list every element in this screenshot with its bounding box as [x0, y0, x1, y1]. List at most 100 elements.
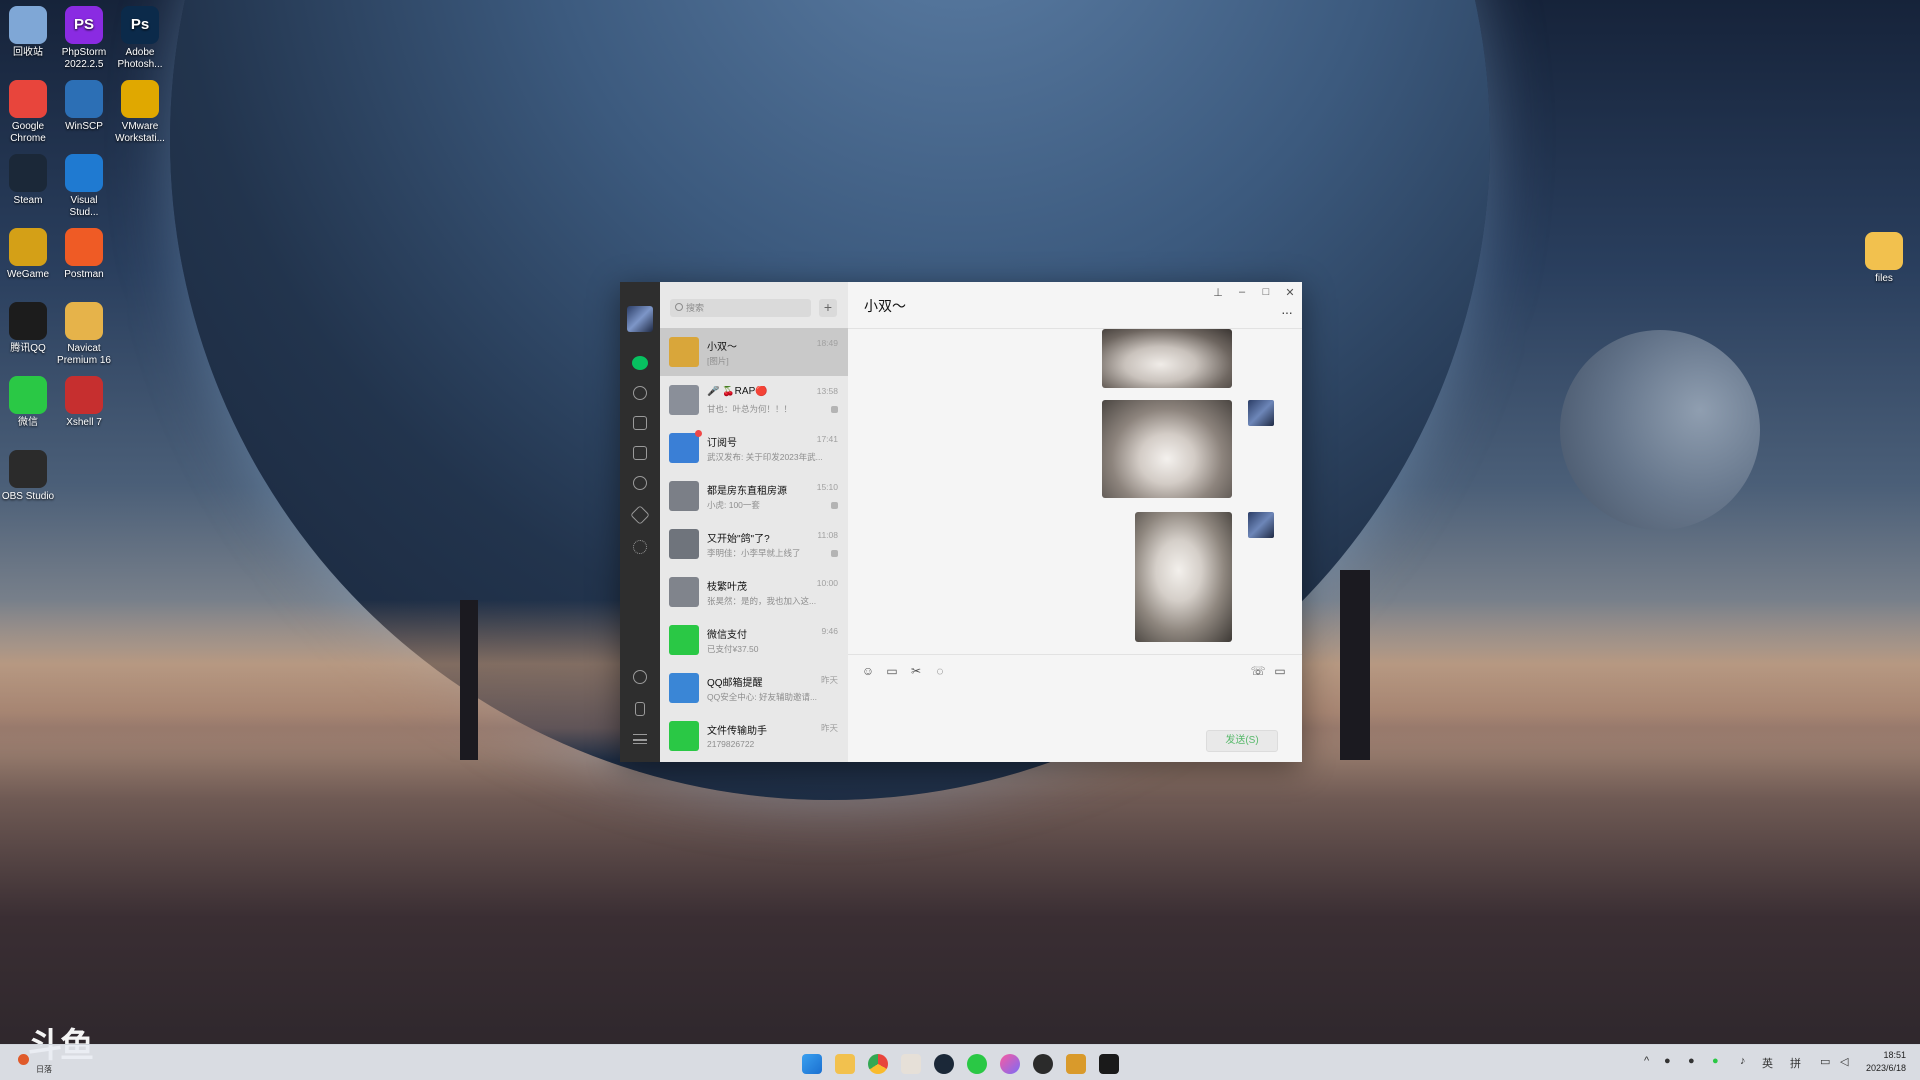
channels-icon[interactable] — [630, 505, 650, 525]
desktop-shortcut-label: Steam — [13, 195, 43, 206]
desktop-shortcut[interactable]: 回收站 — [0, 6, 56, 59]
chat-list-item[interactable]: 小双～ [图片] 18:49 — [660, 328, 848, 376]
chat-name: 小双～ — [707, 342, 737, 353]
chat-time: 18:49 — [816, 338, 838, 348]
desktop-shortcut[interactable]: Ps Adobe Photosh... — [112, 6, 168, 71]
volume-icon[interactable]: ◁ — [1840, 1055, 1848, 1068]
app-icon-3[interactable] — [1099, 1054, 1119, 1074]
chat-history-icon[interactable]: ◌ — [932, 664, 948, 678]
file-explorer-icon[interactable] — [835, 1054, 855, 1074]
video-call-icon[interactable]: ▭ — [1272, 664, 1288, 678]
chat-list-item[interactable]: 订阅号 武汉发布: 关于印发2023年武... 17:41 — [660, 424, 848, 472]
desktop-shortcut-label: 微信 — [18, 417, 38, 428]
chat-list-item[interactable]: 🎤 🍒RAP🔴 甘也：叶总为何！！！ 13:58 — [660, 376, 848, 424]
wechat-sidebar — [620, 282, 660, 762]
steam-tray-icon[interactable]: ● — [1688, 1055, 1695, 1067]
message-input[interactable] — [860, 687, 1200, 723]
desktop-shortcut[interactable]: 腾讯QQ — [0, 302, 56, 355]
weather-widget[interactable]: 日落 — [14, 1051, 54, 1075]
wechat-window: 搜索 + 小双～ [图片] 18:49 🎤 🍒RAP🔴 甘也：叶总为何！！！ 13:58 订… — [620, 282, 1302, 762]
message-image-cat-1[interactable] — [1102, 329, 1232, 388]
tray-overflow-icon[interactable]: ^ — [1644, 1055, 1649, 1067]
self-avatar[interactable] — [1248, 400, 1274, 426]
search-icon — [675, 303, 683, 311]
desktop-shortcut[interactable]: files — [1856, 232, 1912, 285]
chat-avatar — [669, 481, 699, 511]
qq-icon — [9, 302, 47, 340]
mini-programs-icon[interactable] — [633, 540, 647, 554]
clock[interactable]: 18:51 2023/6/18 — [1866, 1049, 1906, 1075]
chat-preview: 武汉发布: 关于印发2023年武... — [707, 452, 823, 462]
wechat-icon[interactable] — [967, 1054, 987, 1074]
user-avatar[interactable] — [627, 306, 653, 332]
desktop-shortcut[interactable]: Xshell 7 — [56, 376, 112, 429]
desktop-shortcut[interactable]: PS PhpStorm 2022.2.5 — [56, 6, 112, 71]
language-indicator[interactable]: 英 — [1762, 1055, 1773, 1071]
chat-list-item[interactable]: 文件传输助手 2179826722 昨天 — [660, 712, 848, 760]
chat-list-item[interactable]: 又开始"鸽"了? 李明佳：小李早就上线了 11:08 — [660, 520, 848, 568]
desktop-shortcut-label: 腾讯QQ — [10, 343, 46, 354]
contacts-icon[interactable] — [633, 386, 647, 400]
desktop-shortcut-label: Navicat Premium 16 — [57, 343, 111, 366]
chat-time: 9:46 — [821, 626, 838, 636]
add-button[interactable]: + — [819, 299, 837, 317]
qq-tray-icon[interactable]: ● — [1664, 1055, 1671, 1067]
desktop-shortcut[interactable]: Visual Stud... — [56, 154, 112, 219]
desktop-shortcut[interactable]: Navicat Premium 16 — [56, 302, 112, 367]
send-button[interactable]: 发送(S) — [1206, 730, 1278, 752]
minimize-icon[interactable]: – — [1234, 286, 1250, 298]
desktop-shortcut[interactable]: OBS Studio — [0, 450, 56, 503]
desktop-shortcut-label: Xshell 7 — [66, 417, 102, 428]
message-image-cat-3[interactable] — [1135, 512, 1232, 642]
self-avatar[interactable] — [1248, 512, 1274, 538]
chat-list-item[interactable]: 枝繁叶茂 张昊然：是的，我也加入这... 10:00 — [660, 568, 848, 616]
ime-indicator[interactable]: 拼 — [1790, 1055, 1801, 1071]
chat-time: 昨天 — [820, 723, 838, 733]
winscp-icon — [65, 80, 103, 118]
folder-icon[interactable]: ▭ — [884, 664, 900, 678]
desktop-shortcut[interactable]: 微信 — [0, 376, 56, 429]
mute-icon — [831, 406, 838, 413]
message-image-cat-2[interactable] — [1102, 400, 1232, 498]
itunes-icon[interactable] — [1000, 1054, 1020, 1074]
chrome-icon[interactable] — [868, 1054, 888, 1074]
start-icon[interactable] — [802, 1054, 822, 1074]
emoji-icon[interactable]: ☺ — [860, 664, 876, 678]
pin-icon[interactable]: ⊥ — [1210, 286, 1226, 299]
chat-list-item[interactable]: 微信支付 已支付¥37.50 9:46 — [660, 616, 848, 664]
moments-icon[interactable] — [633, 476, 647, 490]
desktop-shortcut[interactable]: Google Chrome — [0, 80, 56, 145]
chat-icon[interactable] — [632, 356, 648, 370]
search-input[interactable]: 搜索 — [670, 299, 811, 317]
desktop-shortcut[interactable]: Steam — [0, 154, 56, 207]
desktop-shortcut[interactable]: VMware Workstati... — [112, 80, 168, 145]
conversation-title: 小双～ — [864, 298, 906, 314]
app-icon-2[interactable] — [1066, 1054, 1086, 1074]
close-icon[interactable]: ✕ — [1282, 286, 1298, 299]
desktop-shortcut-label: PhpStorm 2022.2.5 — [61, 47, 107, 70]
app-icon[interactable] — [901, 1054, 921, 1074]
obs-icon[interactable] — [1033, 1054, 1053, 1074]
voice-call-icon[interactable]: ☏ — [1250, 664, 1266, 678]
desktop-shortcut[interactable]: WinSCP — [56, 80, 112, 133]
chat-list-item[interactable]: 都是房东直租房源 小虎: 100一套 15:10 — [660, 472, 848, 520]
files-icon[interactable] — [633, 446, 647, 460]
network-icon[interactable]: ▭ — [1820, 1055, 1830, 1068]
more-options-button[interactable]: ··· — [1281, 304, 1293, 320]
chat-time: 15:10 — [816, 482, 838, 492]
screenshot-icon[interactable]: ✂ — [908, 664, 924, 678]
steam-icon[interactable] — [934, 1054, 954, 1074]
miniprogram-panel-icon[interactable] — [633, 670, 647, 684]
favorites-icon[interactable] — [633, 416, 647, 430]
taskbar: 日落 ^ ● ● ● ♪ 英 拼 ▭ ◁ 18:51 2023/6/18 — [0, 1044, 1920, 1080]
desktop-shortcut[interactable]: WeGame — [0, 228, 56, 281]
desktop-shortcut-label: Adobe Photosh... — [117, 47, 163, 70]
phone-icon[interactable] — [635, 702, 645, 716]
microphone-icon[interactable]: ♪ — [1740, 1055, 1746, 1067]
desktop-shortcut[interactable]: Postman — [56, 228, 112, 281]
clock-time: 18:51 — [1883, 1050, 1906, 1060]
maximize-icon[interactable]: □ — [1258, 286, 1274, 298]
wechat-tray-icon[interactable]: ● — [1712, 1055, 1719, 1067]
wallpaper-moon — [1560, 330, 1760, 530]
chat-list-item[interactable]: QQ邮箱提醒 QQ安全中心: 好友辅助邀请... 昨天 — [660, 664, 848, 712]
